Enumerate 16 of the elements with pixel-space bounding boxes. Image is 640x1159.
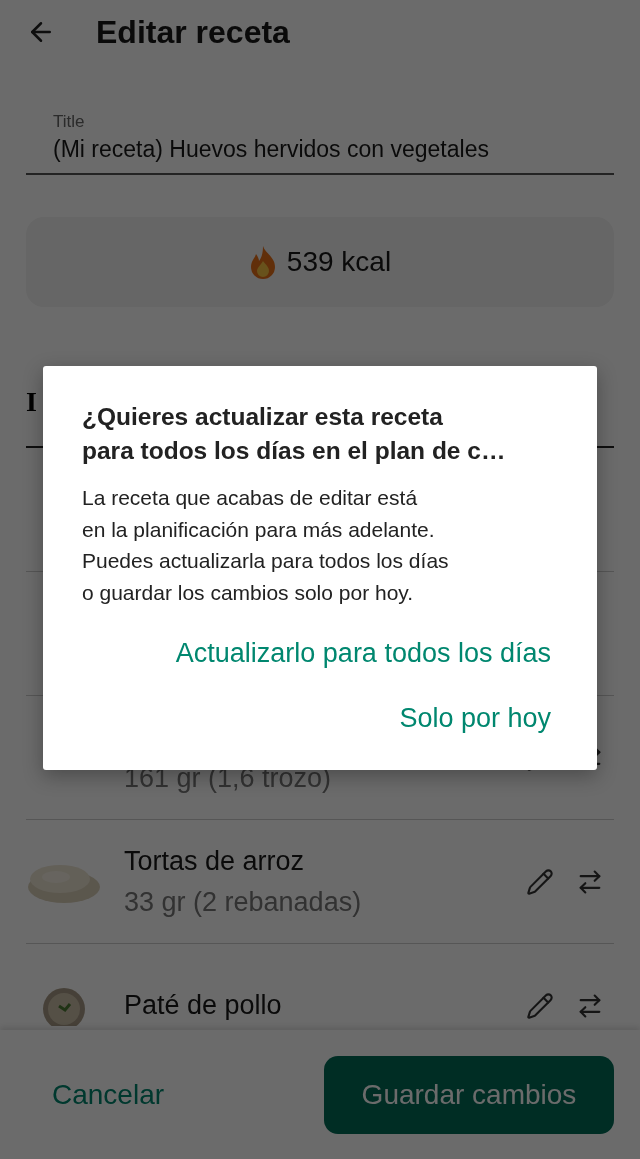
ingredient-name: Tortas de arroz [124, 845, 306, 877]
save-button[interactable]: Guardar cambios [324, 1055, 614, 1134]
cancel-button[interactable]: Cancelar [52, 1078, 165, 1111]
edit-icon[interactable] [526, 867, 554, 896]
field-label: Title [53, 112, 86, 132]
dialog-message: La receta que acabas de editar está en la planificación para más adelante. Puedes actualizarla para todos los días o guardar los cambios solo por hoy. [82, 485, 450, 606]
page-title: Editar receta [96, 13, 290, 51]
edit-icon[interactable] [526, 991, 554, 1020]
dialog-action-button[interactable]: Solo por hoy [399, 703, 551, 734]
dialog-action-button[interactable]: Actualizarlo para todos los días [175, 638, 551, 669]
flame-icon [248, 245, 277, 279]
ingredient-name: Paté de pollo [124, 990, 283, 1021]
title-field[interactable]: Title (Mi receta) Huevos hervidos con vegetales [26, 112, 614, 175]
ingredient-amount: 33 gr (2 rebanadas) [124, 886, 363, 918]
calories-text: 539 kcal [286, 246, 392, 278]
field-value: (Mi receta) Huevos hervidos con vegetales [53, 136, 490, 163]
